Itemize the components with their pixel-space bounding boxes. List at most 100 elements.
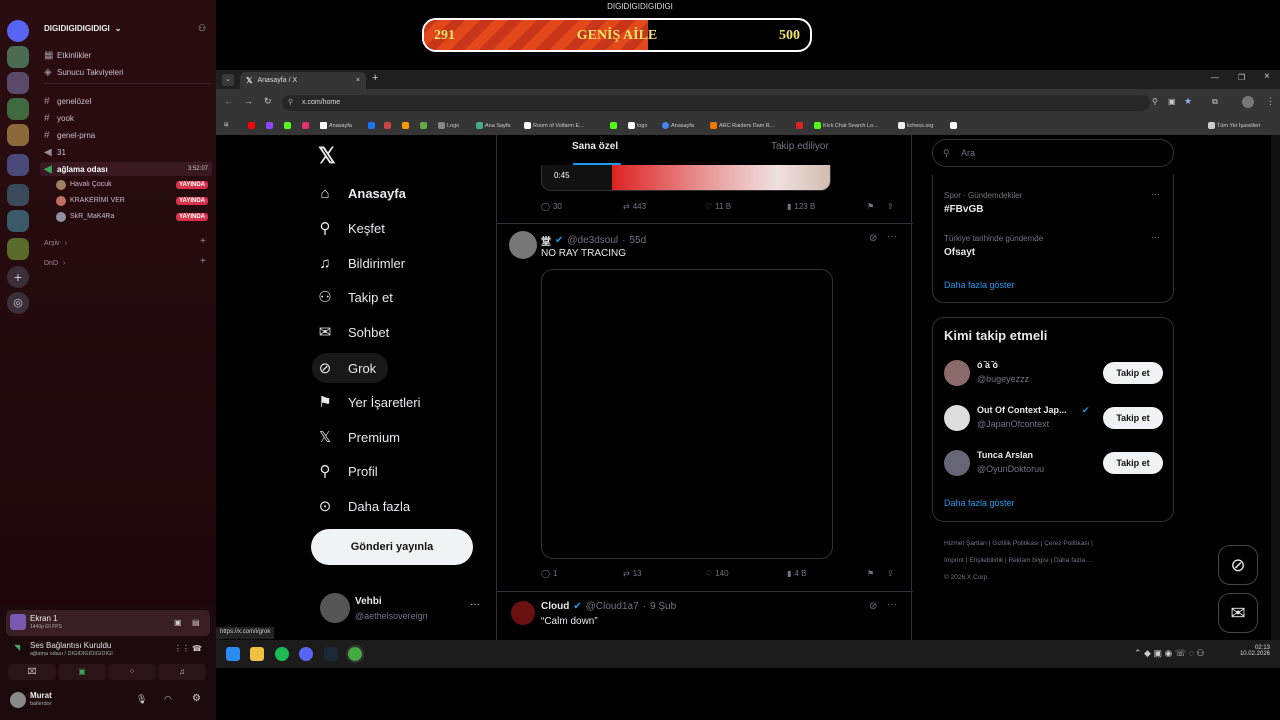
soundboard-button[interactable]: ♫ bbox=[158, 664, 206, 680]
maximize-icon[interactable]: ❐ bbox=[1238, 73, 1245, 82]
bookmark-item[interactable]: logo bbox=[628, 122, 647, 129]
stop-stream-icon[interactable]: ▤ bbox=[192, 618, 200, 627]
bookmark-twitch[interactable] bbox=[266, 122, 273, 129]
avatar[interactable] bbox=[10, 692, 26, 708]
like-button[interactable]: ♡ 11 B bbox=[705, 202, 787, 211]
bookmark-facebook[interactable] bbox=[368, 122, 375, 129]
bookmark-item[interactable] bbox=[384, 122, 391, 129]
server-icon[interactable] bbox=[7, 124, 29, 146]
scrollbar[interactable] bbox=[1271, 135, 1280, 640]
follow-button[interactable]: Takip et bbox=[1103, 362, 1163, 384]
bookmark-item[interactable]: Kick Chat Search Lo... bbox=[814, 122, 878, 129]
bookmark-item[interactable]: lichess.org bbox=[898, 122, 933, 129]
user-name[interactable]: Tunca Arslan bbox=[977, 450, 1033, 460]
gear-icon[interactable]: ⚙ bbox=[192, 693, 201, 704]
channel-item[interactable]: ◀ 31 bbox=[44, 145, 66, 159]
discord-icon[interactable] bbox=[299, 647, 313, 661]
bookmark-icon[interactable]: ⚑ bbox=[867, 569, 887, 578]
nav-explore[interactable]: ⚲ Keşfet bbox=[316, 216, 385, 240]
reload-icon[interactable]: ↻ bbox=[264, 96, 272, 107]
server-icon[interactable] bbox=[7, 184, 29, 206]
server-icon[interactable] bbox=[7, 72, 29, 94]
voice-user[interactable]: SkR_MaK4Ra YAYINDA bbox=[56, 210, 208, 223]
camera-button[interactable]: ⌧ bbox=[8, 664, 56, 680]
bookmark-youtube[interactable] bbox=[248, 122, 255, 129]
extensions-icon[interactable]: ⧉ bbox=[1212, 97, 1218, 107]
steam-icon[interactable] bbox=[324, 647, 338, 661]
apps-icon[interactable]: ⊞ bbox=[224, 122, 229, 128]
bookmark-item[interactable] bbox=[402, 122, 409, 129]
bookmark-icon[interactable]: ⚑ bbox=[867, 202, 887, 211]
tab-search-icon[interactable]: ⌄ bbox=[222, 74, 234, 86]
more-icon[interactable]: ··· bbox=[1151, 189, 1160, 199]
bookmark-item[interactable] bbox=[796, 122, 803, 129]
trend-name[interactable]: #FBvGB bbox=[944, 204, 983, 215]
post-handle[interactable]: @Cloud1a7 bbox=[586, 601, 639, 612]
post-time[interactable]: 55d bbox=[629, 235, 646, 246]
stream-settings-icon[interactable]: ▣ bbox=[174, 618, 182, 627]
footer-link[interactable]: Çerez Politikası bbox=[1044, 540, 1089, 547]
server-icon[interactable] bbox=[7, 154, 29, 176]
more-icon[interactable]: ··· bbox=[887, 231, 897, 242]
nav-follow[interactable]: ⚇ Takip et bbox=[316, 285, 393, 309]
views-button[interactable]: ▮ 4 B bbox=[787, 569, 867, 578]
microphone-icon[interactable]: 🎙 bbox=[136, 694, 147, 705]
show-more-link[interactable]: Daha fazla göster bbox=[944, 498, 1015, 508]
invite-icon[interactable]: ⚇ bbox=[198, 23, 206, 34]
menu-icon[interactable]: ⋮ bbox=[1266, 96, 1275, 107]
screen-share-button[interactable]: ▣ bbox=[58, 664, 106, 680]
tab-following[interactable]: Takip ediliyor bbox=[771, 141, 829, 152]
post-author[interactable]: Cloud bbox=[541, 601, 569, 612]
nav-more[interactable]: ⊙ Daha fazla bbox=[316, 494, 410, 518]
nav-chat[interactable]: ✉ Sohbet bbox=[316, 320, 390, 344]
footer-link[interactable]: Imprint bbox=[944, 557, 964, 564]
x-logo-icon[interactable]: 𝕏 bbox=[318, 143, 336, 169]
bookmark-item[interactable]: Room of Voltarm E... bbox=[524, 122, 584, 129]
zoom-icon[interactable]: ⚲ bbox=[1152, 97, 1158, 106]
category-archive[interactable]: Arşiv › bbox=[44, 236, 67, 250]
tray-icons[interactable]: ⌃ ◆ ▣ ◉ ☏ ◌ ⚇ bbox=[1134, 648, 1205, 659]
share-icon[interactable]: ⇪ bbox=[887, 569, 894, 578]
share-icon[interactable]: ⇪ bbox=[887, 202, 894, 211]
bookmark-item[interactable]: ARC Raiders Dam R... bbox=[710, 122, 774, 129]
boosts-item[interactable]: ◈ Sunucu Takviyeleri bbox=[44, 65, 124, 79]
events-item[interactable]: ▦ Etkinlikler bbox=[44, 48, 91, 62]
tab-home[interactable]: 𝕏 Anasayfa / X × bbox=[240, 72, 366, 89]
voice-channel[interactable]: ◀ ağlama odası 3:52:07 bbox=[40, 162, 212, 176]
bookmark-item[interactable]: Logo bbox=[438, 122, 459, 129]
tab-for-you[interactable]: Sana özel bbox=[572, 141, 618, 152]
user-name[interactable]: ó ̄ä ̄ó bbox=[977, 360, 998, 370]
bookmark-item[interactable]: Anasayfa bbox=[320, 122, 352, 129]
windows-start-icon[interactable] bbox=[226, 647, 240, 661]
avatar[interactable] bbox=[944, 405, 970, 431]
avatar[interactable] bbox=[511, 601, 535, 625]
back-icon[interactable]: ← bbox=[224, 96, 233, 106]
more-icon[interactable]: ··· bbox=[470, 599, 480, 610]
stream-preview[interactable]: Ekran 1 1440p 60 FPS ▣ ▤ bbox=[6, 610, 210, 636]
all-bookmarks[interactable]: Tüm Yer İşaretleri bbox=[1208, 122, 1260, 129]
nav-home[interactable]: ⌂ Anasayfa bbox=[316, 181, 405, 205]
address-bar[interactable]: ⚲ x.com/home bbox=[282, 95, 1150, 111]
noise-suppression-icon[interactable]: ⋮⋮ bbox=[174, 644, 190, 653]
trend-name[interactable]: Ofsayt bbox=[944, 247, 975, 258]
footer-link[interactable]: Hizmet Şartları bbox=[944, 540, 987, 547]
star-icon[interactable]: ★ bbox=[1184, 96, 1192, 107]
minimize-icon[interactable]: — bbox=[1211, 73, 1219, 82]
new-tab-icon[interactable]: + bbox=[372, 72, 378, 84]
footer-link[interactable]: Daha fazla ... bbox=[1054, 557, 1092, 564]
more-icon[interactable]: ··· bbox=[887, 599, 897, 610]
clock[interactable]: 02:13 10.02.2026 bbox=[1236, 645, 1270, 657]
server-icon[interactable] bbox=[7, 210, 29, 232]
bookmark-item[interactable]: Anasayfa bbox=[662, 122, 694, 129]
post-author[interactable]: 堂 bbox=[541, 233, 551, 248]
discord-home-icon[interactable] bbox=[7, 20, 29, 42]
search-input[interactable]: ⚲ Ara bbox=[932, 139, 1174, 167]
add-channel-icon[interactable]: + bbox=[200, 236, 206, 247]
server-header[interactable]: DIGIDIGIDIGIDIGI ⌄ bbox=[44, 21, 121, 35]
repost-button[interactable]: ⇄ 13 bbox=[623, 569, 705, 578]
cast-icon[interactable]: ▣ bbox=[1168, 97, 1176, 106]
category-dnd[interactable]: DnD › bbox=[44, 256, 65, 270]
server-icon[interactable] bbox=[7, 238, 29, 260]
grok-icon[interactable]: ⊘ bbox=[869, 233, 877, 244]
avatar[interactable] bbox=[944, 360, 970, 386]
